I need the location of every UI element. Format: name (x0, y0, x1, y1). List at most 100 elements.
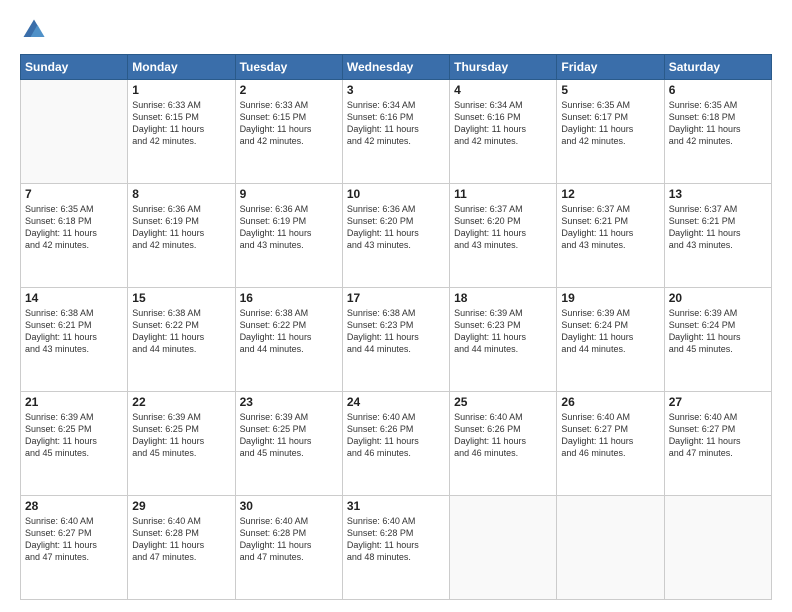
day-detail: Sunrise: 6:38 AM Sunset: 6:22 PM Dayligh… (132, 307, 230, 356)
calendar-body: 1 Sunrise: 6:33 AM Sunset: 6:15 PM Daylig… (21, 80, 772, 600)
calendar-cell: 12 Sunrise: 6:37 AM Sunset: 6:21 PM Dayli… (557, 184, 664, 288)
day-detail: Sunrise: 6:35 AM Sunset: 6:18 PM Dayligh… (669, 99, 767, 148)
day-number: 1 (132, 83, 230, 97)
day-detail: Sunrise: 6:39 AM Sunset: 6:25 PM Dayligh… (240, 411, 338, 460)
day-number: 10 (347, 187, 445, 201)
day-detail: Sunrise: 6:39 AM Sunset: 6:23 PM Dayligh… (454, 307, 552, 356)
day-detail: Sunrise: 6:40 AM Sunset: 6:28 PM Dayligh… (347, 515, 445, 564)
day-number: 5 (561, 83, 659, 97)
day-number: 7 (25, 187, 123, 201)
calendar-cell: 15 Sunrise: 6:38 AM Sunset: 6:22 PM Dayli… (128, 288, 235, 392)
day-number: 26 (561, 395, 659, 409)
calendar-cell: 6 Sunrise: 6:35 AM Sunset: 6:18 PM Daylig… (664, 80, 771, 184)
week-row-4: 21 Sunrise: 6:39 AM Sunset: 6:25 PM Dayli… (21, 392, 772, 496)
day-detail: Sunrise: 6:37 AM Sunset: 6:21 PM Dayligh… (561, 203, 659, 252)
calendar-cell: 5 Sunrise: 6:35 AM Sunset: 6:17 PM Daylig… (557, 80, 664, 184)
day-number: 31 (347, 499, 445, 513)
day-detail: Sunrise: 6:37 AM Sunset: 6:21 PM Dayligh… (669, 203, 767, 252)
calendar-cell: 10 Sunrise: 6:36 AM Sunset: 6:20 PM Dayli… (342, 184, 449, 288)
header-day-thursday: Thursday (450, 55, 557, 80)
day-detail: Sunrise: 6:34 AM Sunset: 6:16 PM Dayligh… (454, 99, 552, 148)
day-detail: Sunrise: 6:39 AM Sunset: 6:24 PM Dayligh… (669, 307, 767, 356)
calendar-cell: 14 Sunrise: 6:38 AM Sunset: 6:21 PM Dayli… (21, 288, 128, 392)
header-day-friday: Friday (557, 55, 664, 80)
calendar-cell: 16 Sunrise: 6:38 AM Sunset: 6:22 PM Dayli… (235, 288, 342, 392)
calendar-cell: 13 Sunrise: 6:37 AM Sunset: 6:21 PM Dayli… (664, 184, 771, 288)
day-number: 20 (669, 291, 767, 305)
calendar-cell: 18Sunrise: 6:39 AM Sunset: 6:23 PM Dayli… (450, 288, 557, 392)
day-number: 13 (669, 187, 767, 201)
day-detail: Sunrise: 6:40 AM Sunset: 6:28 PM Dayligh… (240, 515, 338, 564)
day-number: 21 (25, 395, 123, 409)
day-number: 24 (347, 395, 445, 409)
calendar-cell: 23 Sunrise: 6:39 AM Sunset: 6:25 PM Dayli… (235, 392, 342, 496)
day-detail: Sunrise: 6:38 AM Sunset: 6:22 PM Dayligh… (240, 307, 338, 356)
week-row-1: 1 Sunrise: 6:33 AM Sunset: 6:15 PM Daylig… (21, 80, 772, 184)
calendar-cell: 22Sunrise: 6:39 AM Sunset: 6:25 PM Dayli… (128, 392, 235, 496)
day-detail: Sunrise: 6:40 AM Sunset: 6:28 PM Dayligh… (132, 515, 230, 564)
day-number: 15 (132, 291, 230, 305)
calendar-cell: 17Sunrise: 6:38 AM Sunset: 6:23 PM Dayli… (342, 288, 449, 392)
day-number: 8 (132, 187, 230, 201)
day-detail: Sunrise: 6:33 AM Sunset: 6:15 PM Dayligh… (132, 99, 230, 148)
calendar-cell: 3Sunrise: 6:34 AM Sunset: 6:16 PM Daylig… (342, 80, 449, 184)
calendar-cell (664, 496, 771, 600)
day-detail: Sunrise: 6:33 AM Sunset: 6:15 PM Dayligh… (240, 99, 338, 148)
calendar-cell: 30 Sunrise: 6:40 AM Sunset: 6:28 PM Dayli… (235, 496, 342, 600)
header-day-monday: Monday (128, 55, 235, 80)
header (20, 16, 772, 44)
calendar-cell: 29 Sunrise: 6:40 AM Sunset: 6:28 PM Dayli… (128, 496, 235, 600)
week-row-3: 14 Sunrise: 6:38 AM Sunset: 6:21 PM Dayli… (21, 288, 772, 392)
calendar-cell: 2Sunrise: 6:33 AM Sunset: 6:15 PM Daylig… (235, 80, 342, 184)
header-row: SundayMondayTuesdayWednesdayThursdayFrid… (21, 55, 772, 80)
day-number: 23 (240, 395, 338, 409)
day-number: 29 (132, 499, 230, 513)
calendar-cell: 8 Sunrise: 6:36 AM Sunset: 6:19 PM Daylig… (128, 184, 235, 288)
header-day-saturday: Saturday (664, 55, 771, 80)
day-detail: Sunrise: 6:35 AM Sunset: 6:18 PM Dayligh… (25, 203, 123, 252)
calendar-cell (450, 496, 557, 600)
day-detail: Sunrise: 6:36 AM Sunset: 6:20 PM Dayligh… (347, 203, 445, 252)
calendar-cell: 27 Sunrise: 6:40 AM Sunset: 6:27 PM Dayli… (664, 392, 771, 496)
day-detail: Sunrise: 6:40 AM Sunset: 6:27 PM Dayligh… (669, 411, 767, 460)
day-detail: Sunrise: 6:40 AM Sunset: 6:27 PM Dayligh… (25, 515, 123, 564)
logo (20, 16, 52, 44)
day-number: 27 (669, 395, 767, 409)
calendar-cell: 1 Sunrise: 6:33 AM Sunset: 6:15 PM Daylig… (128, 80, 235, 184)
calendar-header: SundayMondayTuesdayWednesdayThursdayFrid… (21, 55, 772, 80)
day-detail: Sunrise: 6:35 AM Sunset: 6:17 PM Dayligh… (561, 99, 659, 148)
day-detail: Sunrise: 6:38 AM Sunset: 6:21 PM Dayligh… (25, 307, 123, 356)
day-detail: Sunrise: 6:36 AM Sunset: 6:19 PM Dayligh… (132, 203, 230, 252)
calendar-cell: 25 Sunrise: 6:40 AM Sunset: 6:26 PM Dayli… (450, 392, 557, 496)
page: SundayMondayTuesdayWednesdayThursdayFrid… (0, 0, 792, 612)
week-row-2: 7 Sunrise: 6:35 AM Sunset: 6:18 PM Daylig… (21, 184, 772, 288)
day-detail: Sunrise: 6:36 AM Sunset: 6:19 PM Dayligh… (240, 203, 338, 252)
day-detail: Sunrise: 6:40 AM Sunset: 6:27 PM Dayligh… (561, 411, 659, 460)
day-number: 6 (669, 83, 767, 97)
day-detail: Sunrise: 6:39 AM Sunset: 6:24 PM Dayligh… (561, 307, 659, 356)
calendar-cell (557, 496, 664, 600)
day-detail: Sunrise: 6:40 AM Sunset: 6:26 PM Dayligh… (454, 411, 552, 460)
calendar-table: SundayMondayTuesdayWednesdayThursdayFrid… (20, 54, 772, 600)
calendar-cell: 21 Sunrise: 6:39 AM Sunset: 6:25 PM Dayli… (21, 392, 128, 496)
day-number: 19 (561, 291, 659, 305)
calendar-cell: 9 Sunrise: 6:36 AM Sunset: 6:19 PM Daylig… (235, 184, 342, 288)
header-day-sunday: Sunday (21, 55, 128, 80)
calendar-cell: 28 Sunrise: 6:40 AM Sunset: 6:27 PM Dayli… (21, 496, 128, 600)
day-detail: Sunrise: 6:40 AM Sunset: 6:26 PM Dayligh… (347, 411, 445, 460)
day-number: 9 (240, 187, 338, 201)
header-day-tuesday: Tuesday (235, 55, 342, 80)
day-number: 12 (561, 187, 659, 201)
day-detail: Sunrise: 6:39 AM Sunset: 6:25 PM Dayligh… (25, 411, 123, 460)
calendar-cell (21, 80, 128, 184)
day-detail: Sunrise: 6:39 AM Sunset: 6:25 PM Dayligh… (132, 411, 230, 460)
day-detail: Sunrise: 6:34 AM Sunset: 6:16 PM Dayligh… (347, 99, 445, 148)
day-number: 16 (240, 291, 338, 305)
calendar-cell: 7 Sunrise: 6:35 AM Sunset: 6:18 PM Daylig… (21, 184, 128, 288)
day-number: 30 (240, 499, 338, 513)
day-number: 25 (454, 395, 552, 409)
day-number: 28 (25, 499, 123, 513)
day-detail: Sunrise: 6:37 AM Sunset: 6:20 PM Dayligh… (454, 203, 552, 252)
day-number: 14 (25, 291, 123, 305)
day-detail: Sunrise: 6:38 AM Sunset: 6:23 PM Dayligh… (347, 307, 445, 356)
